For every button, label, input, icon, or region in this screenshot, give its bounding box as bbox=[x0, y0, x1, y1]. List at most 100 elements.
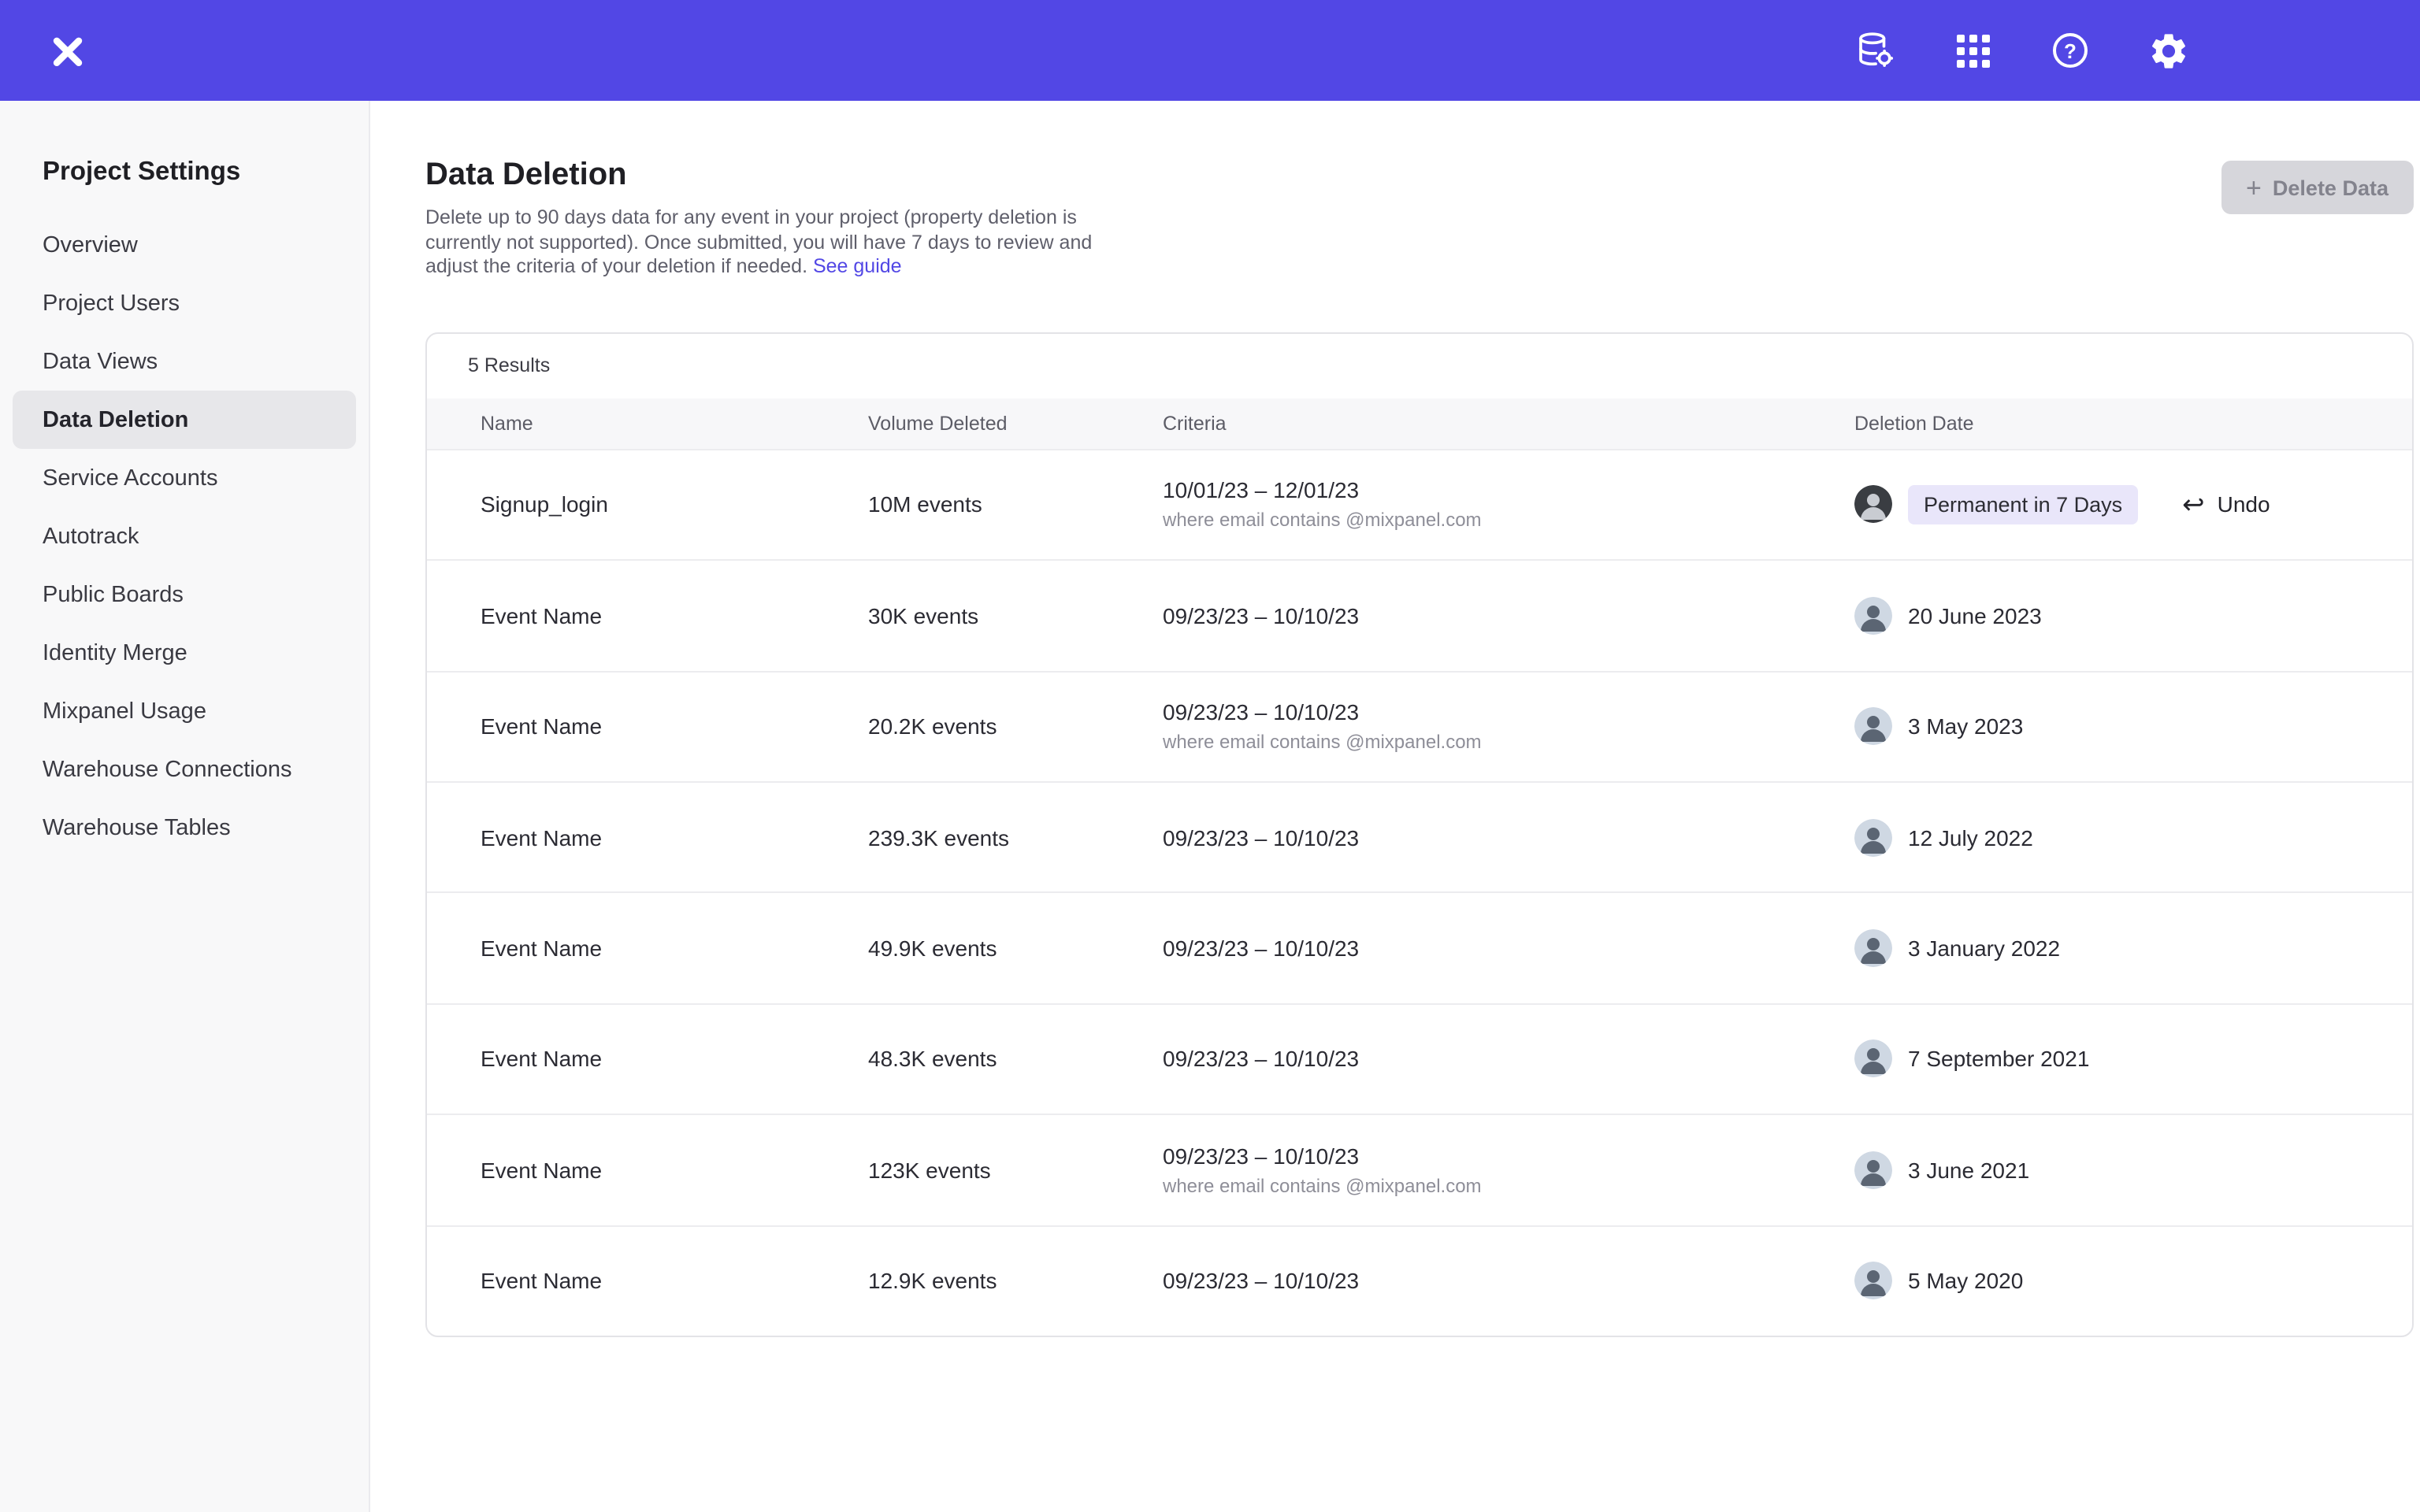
cell-criteria: 09/23/23 – 10/10/23 bbox=[1163, 823, 1854, 851]
sidebar-title: Project Settings bbox=[0, 158, 369, 216]
page-description: Delete up to 90 days data for any event … bbox=[425, 206, 1131, 280]
cell-volume: 20.2K events bbox=[868, 714, 1163, 739]
cell-name: Event Name bbox=[481, 936, 868, 961]
avatar bbox=[1854, 708, 1892, 746]
delete-data-button[interactable]: + Delete Data bbox=[2221, 161, 2414, 214]
cell-deletion-date: 7 September 2021 bbox=[1854, 1040, 2412, 1078]
cell-criteria: 09/23/23 – 10/10/23 bbox=[1163, 1266, 1854, 1295]
topbar-actions: ? bbox=[1853, 28, 2190, 72]
sidebar-item-service-accounts[interactable]: Service Accounts bbox=[13, 449, 356, 507]
cell-deletion-date: 3 May 2023 bbox=[1854, 708, 2412, 746]
criteria-range: 09/23/23 – 10/10/23 bbox=[1163, 1266, 1854, 1295]
table-row: Event Name 30K events 09/23/23 – 10/10/2… bbox=[427, 559, 2412, 670]
cell-criteria: 09/23/23 – 10/10/23 where email contains… bbox=[1163, 1142, 1854, 1199]
sidebar-item-data-views[interactable]: Data Views bbox=[13, 332, 356, 391]
criteria-filter: where email contains @mixpanel.com bbox=[1163, 730, 1854, 755]
main-content: Data Deletion Delete up to 90 days data … bbox=[370, 101, 2420, 1512]
column-header-criteria: Criteria bbox=[1163, 413, 1854, 435]
column-header-volume: Volume Deleted bbox=[868, 413, 1163, 435]
cell-criteria: 09/23/23 – 10/10/23 bbox=[1163, 1045, 1854, 1073]
table-row: Event Name 49.9K events 09/23/23 – 10/10… bbox=[427, 892, 2412, 1003]
column-header-deletion-date: Deletion Date bbox=[1854, 413, 2412, 435]
sidebar: Project Settings Overview Project Users … bbox=[0, 101, 370, 1512]
cell-deletion-date: 20 June 2023 bbox=[1854, 597, 2412, 635]
settings-icon[interactable] bbox=[2146, 28, 2190, 72]
avatar bbox=[1854, 597, 1892, 635]
cell-volume: 49.9K events bbox=[868, 936, 1163, 961]
avatar bbox=[1854, 1040, 1892, 1078]
topbar: ? bbox=[0, 0, 2420, 101]
criteria-filter: where email contains @mixpanel.com bbox=[1163, 508, 1854, 533]
delete-data-button-label: Delete Data bbox=[2273, 176, 2388, 199]
criteria-range: 10/01/23 – 12/01/23 bbox=[1163, 476, 1854, 505]
deletion-date-text: 3 January 2022 bbox=[1908, 936, 2060, 961]
table-row: Signup_login 10M events 10/01/23 – 12/01… bbox=[427, 449, 2412, 560]
avatar bbox=[1854, 1151, 1892, 1189]
undo-button[interactable]: ↩ Undo bbox=[2182, 491, 2270, 518]
cell-name: Event Name bbox=[481, 1158, 868, 1183]
help-icon[interactable]: ? bbox=[2048, 28, 2092, 72]
see-guide-link[interactable]: See guide bbox=[813, 255, 902, 277]
criteria-range: 09/23/23 – 10/10/23 bbox=[1163, 934, 1854, 962]
cell-volume: 10M events bbox=[868, 492, 1163, 517]
cell-name: Signup_login bbox=[481, 492, 868, 517]
status-badge: Permanent in 7 Days bbox=[1908, 485, 2138, 524]
page-title: Data Deletion bbox=[425, 158, 1131, 194]
cell-volume: 239.3K events bbox=[868, 825, 1163, 850]
sidebar-item-warehouse-tables[interactable]: Warehouse Tables bbox=[13, 799, 356, 857]
sidebar-item-mixpanel-usage[interactable]: Mixpanel Usage bbox=[13, 682, 356, 740]
sidebar-item-overview[interactable]: Overview bbox=[13, 216, 356, 274]
cell-name: Event Name bbox=[481, 825, 868, 850]
cell-volume: 30K events bbox=[868, 603, 1163, 628]
avatar bbox=[1854, 486, 1892, 524]
avatar bbox=[1854, 818, 1892, 856]
cell-volume: 12.9K events bbox=[868, 1268, 1163, 1293]
cell-criteria: 10/01/23 – 12/01/23 where email contains… bbox=[1163, 476, 1854, 533]
cell-volume: 48.3K events bbox=[868, 1047, 1163, 1072]
table-row: Event Name 239.3K events 09/23/23 – 10/1… bbox=[427, 781, 2412, 892]
table-row: Event Name 12.9K events 09/23/23 – 10/10… bbox=[427, 1225, 2412, 1336]
mixpanel-logo-icon[interactable] bbox=[44, 27, 91, 74]
cell-volume: 123K events bbox=[868, 1158, 1163, 1183]
page-header-text: Data Deletion Delete up to 90 days data … bbox=[425, 158, 1131, 280]
plus-icon: + bbox=[2246, 174, 2262, 201]
sidebar-item-identity-merge[interactable]: Identity Merge bbox=[13, 624, 356, 682]
deletion-table-card: 5 Results Name Volume Deleted Criteria D… bbox=[425, 332, 2414, 1337]
cell-name: Event Name bbox=[481, 603, 868, 628]
sidebar-item-warehouse-connections[interactable]: Warehouse Connections bbox=[13, 740, 356, 799]
cell-name: Event Name bbox=[481, 1268, 868, 1293]
cell-criteria: 09/23/23 – 10/10/23 bbox=[1163, 934, 1854, 962]
cell-criteria: 09/23/23 – 10/10/23 where email contains… bbox=[1163, 699, 1854, 755]
criteria-filter: where email contains @mixpanel.com bbox=[1163, 1173, 1854, 1199]
data-management-icon[interactable] bbox=[1853, 28, 1897, 72]
deletion-date-text: 5 May 2020 bbox=[1908, 1268, 2023, 1293]
apps-grid-glyph bbox=[1956, 34, 1989, 67]
table-row: Event Name 48.3K events 09/23/23 – 10/10… bbox=[427, 1002, 2412, 1114]
deletion-date-text: 3 May 2023 bbox=[1908, 714, 2023, 739]
criteria-range: 09/23/23 – 10/10/23 bbox=[1163, 602, 1854, 630]
sidebar-item-autotrack[interactable]: Autotrack bbox=[13, 507, 356, 565]
help-glyph: ? bbox=[2053, 33, 2088, 68]
table-row: Event Name 123K events 09/23/23 – 10/10/… bbox=[427, 1114, 2412, 1225]
criteria-range: 09/23/23 – 10/10/23 bbox=[1163, 1142, 1854, 1170]
criteria-range: 09/23/23 – 10/10/23 bbox=[1163, 699, 1854, 727]
deletion-date-text: 20 June 2023 bbox=[1908, 603, 2042, 628]
cell-criteria: 09/23/23 – 10/10/23 bbox=[1163, 602, 1854, 630]
app-window: ? Project Settings Overview Project User… bbox=[0, 0, 2420, 1512]
cell-deletion-date: 3 January 2022 bbox=[1854, 929, 2412, 967]
column-header-name: Name bbox=[481, 413, 868, 435]
criteria-range: 09/23/23 – 10/10/23 bbox=[1163, 823, 1854, 851]
sidebar-item-data-deletion[interactable]: Data Deletion bbox=[13, 391, 356, 449]
deletion-date-text: 12 July 2022 bbox=[1908, 825, 2033, 850]
avatar bbox=[1854, 929, 1892, 967]
sidebar-item-public-boards[interactable]: Public Boards bbox=[13, 565, 356, 624]
deletion-date-text: 3 June 2021 bbox=[1908, 1158, 2029, 1183]
apps-grid-icon[interactable] bbox=[1950, 28, 1995, 72]
undo-icon: ↩ bbox=[2182, 491, 2205, 518]
cell-deletion-date: 5 May 2020 bbox=[1854, 1262, 2412, 1299]
cell-name: Event Name bbox=[481, 1047, 868, 1072]
cell-deletion-date: 3 June 2021 bbox=[1854, 1151, 2412, 1189]
sidebar-item-project-users[interactable]: Project Users bbox=[13, 274, 356, 332]
undo-button-label: Undo bbox=[2218, 492, 2270, 517]
cell-name: Event Name bbox=[481, 714, 868, 739]
